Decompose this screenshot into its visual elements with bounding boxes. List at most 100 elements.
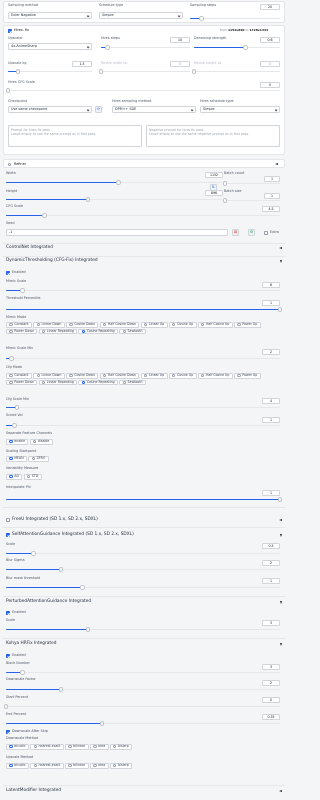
end-percent-input[interactable]: 0.35 <box>262 714 280 720</box>
upscaler-dropdown[interactable]: 4x-AnimeSharp <box>8 43 92 50</box>
collapse-arrow-icon[interactable] <box>279 246 282 249</box>
width-slider[interactable] <box>6 180 222 185</box>
blur-sigma-input[interactable]: 2 <box>262 560 280 566</box>
width-input[interactable]: 1152 <box>205 172 223 178</box>
cfg-mode-option[interactable]: Half Cosine Down <box>99 373 140 379</box>
cfg-scale-min-input[interactable]: 4 <box>262 398 280 404</box>
height-slider[interactable] <box>6 197 222 202</box>
area-option[interactable]: area <box>89 744 109 750</box>
cfg-mode-option[interactable]: Power Down <box>6 379 38 386</box>
collapse-arrow-icon[interactable] <box>279 518 282 521</box>
expand-arrow-icon[interactable] <box>280 260 282 263</box>
mimic-mode-option[interactable]: Power Up <box>234 322 261 328</box>
refiner-toggle[interactable] <box>8 162 12 167</box>
blur-mask-threshold-slider[interactable] <box>6 585 280 590</box>
freeu-checkbox[interactable] <box>6 518 10 522</box>
sched-val-slider[interactable] <box>6 423 280 428</box>
mimic-mode-option[interactable]: Constant <box>6 322 33 328</box>
expand-arrow-icon[interactable] <box>280 601 282 604</box>
cfg-mode-option[interactable]: Linear Up <box>140 373 168 379</box>
mimic-mode-option[interactable]: Linear Up <box>140 322 168 328</box>
mimic-mode-option[interactable]: Linear Down <box>33 322 65 328</box>
mimic-scale-slider[interactable] <box>6 288 280 293</box>
hires-schedule-dropdown[interactable]: Simple <box>200 106 280 113</box>
collapse-arrow-icon[interactable] <box>275 162 278 165</box>
sag-checkbox[interactable] <box>6 533 10 537</box>
bilinear-option[interactable]: bilinear <box>65 763 89 769</box>
cfg-scale-input[interactable]: 4.5 <box>262 206 280 212</box>
upscale-by-slider[interactable] <box>8 69 92 74</box>
schedule-type-dropdown[interactable]: Simple <box>99 12 183 19</box>
threshold-percentile-input[interactable]: 1 <box>262 300 280 306</box>
mimic-mode-option[interactable]: Power Down <box>6 328 38 335</box>
sag-scale-input[interactable]: 0.5 <box>262 543 280 549</box>
disable-option[interactable]: disable <box>29 439 53 445</box>
mimic-scale-min-input[interactable]: 2 <box>262 349 280 355</box>
block-number-input[interactable]: 3 <box>262 664 280 670</box>
checkpoint-dropdown[interactable]: Use same checkpoint <box>8 106 92 113</box>
collapse-arrow-icon[interactable] <box>279 789 282 792</box>
hires-prompt-textarea[interactable]: Prompt for hires fix pass. Leave empty t… <box>8 125 142 147</box>
sampling-steps-input[interactable]: 20 <box>260 4 280 10</box>
mean-option[interactable]: MEAN <box>6 456 28 462</box>
bicubic-option[interactable]: bicubic <box>6 763 30 769</box>
dyn-enabled-checkbox[interactable] <box>6 271 10 275</box>
blur-sigma-slider[interactable] <box>6 567 280 572</box>
sampling-method-dropdown[interactable]: Euler Negative <box>8 12 92 19</box>
resize-width-slider[interactable] <box>98 69 190 74</box>
downscale-factor-slider[interactable] <box>6 687 280 692</box>
batch-size-slider[interactable] <box>222 198 280 203</box>
hires-cfg-input[interactable]: 0 <box>260 82 280 88</box>
recycle-icon[interactable]: ♻ <box>248 229 255 236</box>
denoising-strength-input[interactable]: 0.6 <box>260 37 280 43</box>
mimic-scale-min-slider[interactable] <box>6 356 280 361</box>
ad-option[interactable]: AD <box>6 474 23 480</box>
mimic-mode-option-selected[interactable]: Cosine Repeating <box>78 328 119 335</box>
downscale-after-skip-checkbox[interactable] <box>6 730 10 734</box>
hires-cfg-slider[interactable] <box>5 88 280 93</box>
mimic-mode-option[interactable]: Half Cosine Up <box>197 322 233 328</box>
refresh-icon[interactable]: ⟳ <box>95 106 102 113</box>
cfg-scale-slider[interactable] <box>6 213 280 218</box>
resize-height-input[interactable]: 0 <box>260 61 280 67</box>
cfg-mode-option[interactable]: Cosine Up <box>168 373 197 379</box>
cfg-mode-option-selected[interactable]: Cosine Repeating <box>78 379 119 386</box>
sampling-steps-slider[interactable] <box>190 16 280 21</box>
interpolate-phi-input[interactable]: 1 <box>262 490 280 496</box>
mimic-mode-option[interactable]: Sawtooth <box>119 328 146 335</box>
bicubic-option[interactable]: bicubic <box>6 744 30 750</box>
batch-count-input[interactable]: 1 <box>264 176 280 182</box>
hires-fix-checkbox[interactable] <box>8 29 12 33</box>
mimic-mode-option[interactable]: Cosine Down <box>66 322 99 328</box>
sched-val-input[interactable]: 1 <box>262 417 280 423</box>
resize-width-input[interactable]: 0 <box>170 61 190 67</box>
zero-option[interactable]: ZERO <box>28 456 49 462</box>
bislerp-option[interactable]: bislerp <box>109 763 133 769</box>
hires-negative-prompt-textarea[interactable]: Negative prompt for hires fix pass. Leav… <box>146 125 280 147</box>
pag-scale-input[interactable]: 3 <box>262 620 280 626</box>
area-option[interactable]: area <box>89 763 109 769</box>
cfg-scale-min-slider[interactable] <box>6 405 280 410</box>
mimic-mode-option[interactable]: Cosine Up <box>168 322 197 328</box>
resize-height-slider[interactable] <box>191 69 280 74</box>
cfg-mode-option[interactable]: Linear Down <box>33 373 65 379</box>
hires-sampler-dropdown[interactable]: DPM++ SDE <box>112 106 196 113</box>
std-option[interactable]: STD <box>23 474 42 480</box>
interpolate-phi-slider[interactable] <box>6 497 283 502</box>
pag-enabled-checkbox[interactable] <box>6 611 10 615</box>
bislerp-option[interactable]: bislerp <box>109 744 133 750</box>
kohya-enabled-checkbox[interactable] <box>6 654 10 658</box>
cfg-mode-option[interactable]: Sawtooth <box>119 379 146 386</box>
upscale-by-input[interactable]: 1.5 <box>72 61 92 67</box>
nearest-exact-option[interactable]: nearest-exact <box>30 744 64 750</box>
swap-dimensions-icon[interactable]: ⇅ <box>210 184 217 191</box>
cfg-mode-option[interactable]: Half Cosine Up <box>197 373 233 379</box>
dice-icon[interactable]: ⚄ <box>232 229 239 236</box>
batch-size-input[interactable]: 1 <box>264 193 280 199</box>
pag-scale-slider[interactable] <box>6 627 280 632</box>
start-percent-slider[interactable] <box>3 704 280 709</box>
mimic-mode-option[interactable]: Linear Repeating <box>38 328 78 335</box>
downscale-factor-input[interactable]: 2 <box>262 680 280 686</box>
seed-input[interactable]: -1 <box>6 229 228 236</box>
nearest-exact-option[interactable]: nearest-exact <box>30 763 64 769</box>
